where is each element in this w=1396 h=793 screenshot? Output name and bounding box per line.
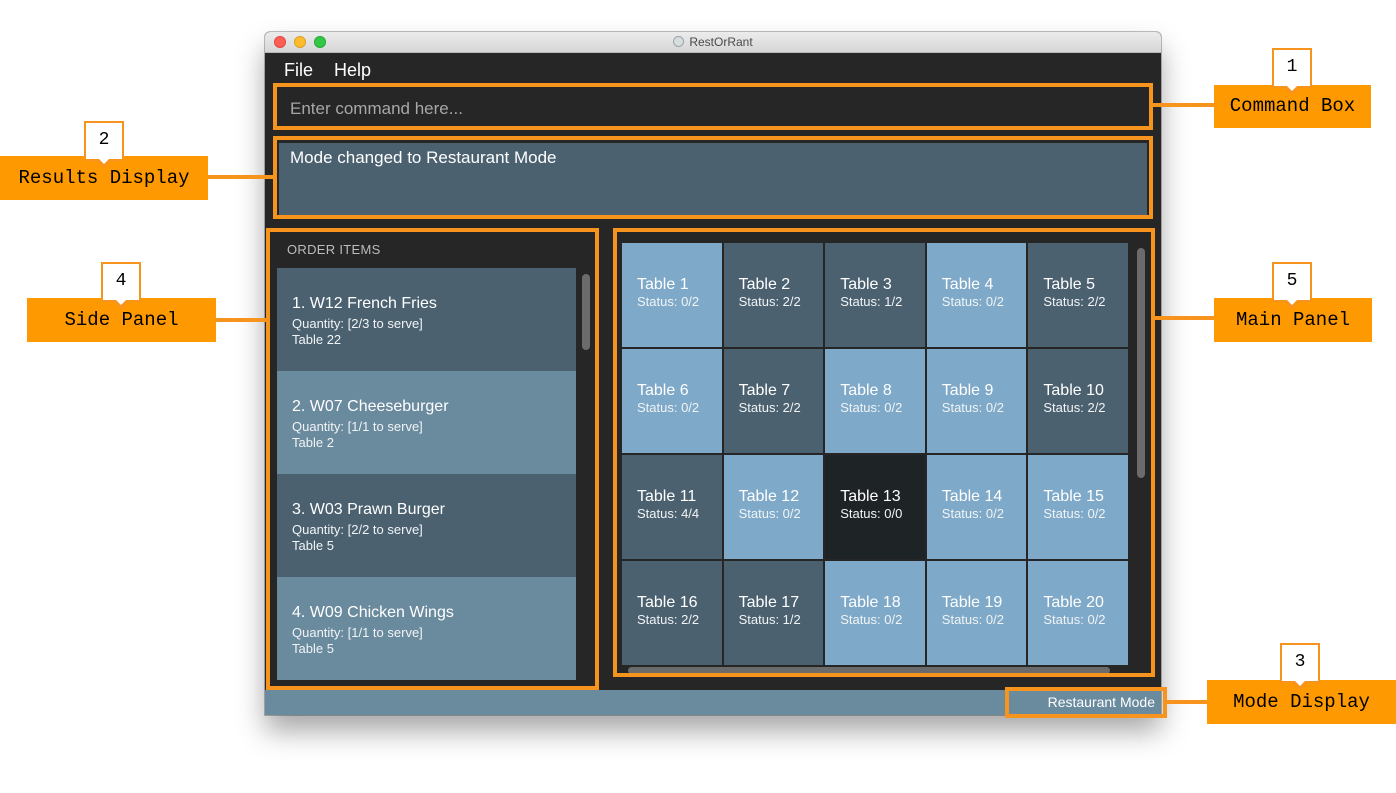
side-panel-highlight (266, 228, 599, 690)
callout-number-2: 2 (84, 121, 124, 161)
callout-pointer-inner-3 (1295, 681, 1305, 686)
main-panel-connector (1155, 316, 1214, 320)
window-title-area: RestOrRant (265, 35, 1161, 49)
callout-number-5: 5 (1272, 262, 1312, 302)
title-bar: RestOrRant (265, 32, 1161, 53)
mode-display-connector (1167, 700, 1207, 704)
callout-number-4: 4 (101, 262, 141, 302)
menu-bar: File Help (265, 54, 1161, 84)
main-panel-highlight (613, 228, 1155, 677)
menu-file[interactable]: File (284, 60, 313, 81)
command-box-highlight (273, 83, 1153, 130)
app-icon (673, 36, 685, 47)
side-panel-connector (216, 318, 266, 322)
callout-pointer-inner-4 (116, 300, 126, 305)
menu-help[interactable]: Help (334, 60, 371, 81)
command-box-connector (1153, 103, 1214, 107)
callout-pointer-inner-5 (1287, 300, 1297, 305)
callout-number-1: 1 (1272, 48, 1312, 88)
results-display-highlight (273, 136, 1153, 219)
mode-display-highlight (1005, 687, 1167, 718)
window-title: RestOrRant (689, 35, 753, 49)
callout-pointer-inner-1 (1287, 86, 1297, 91)
callout-number-3: 3 (1280, 643, 1320, 683)
results-display-connector (208, 175, 273, 179)
callout-pointer-inner-2 (99, 159, 109, 164)
